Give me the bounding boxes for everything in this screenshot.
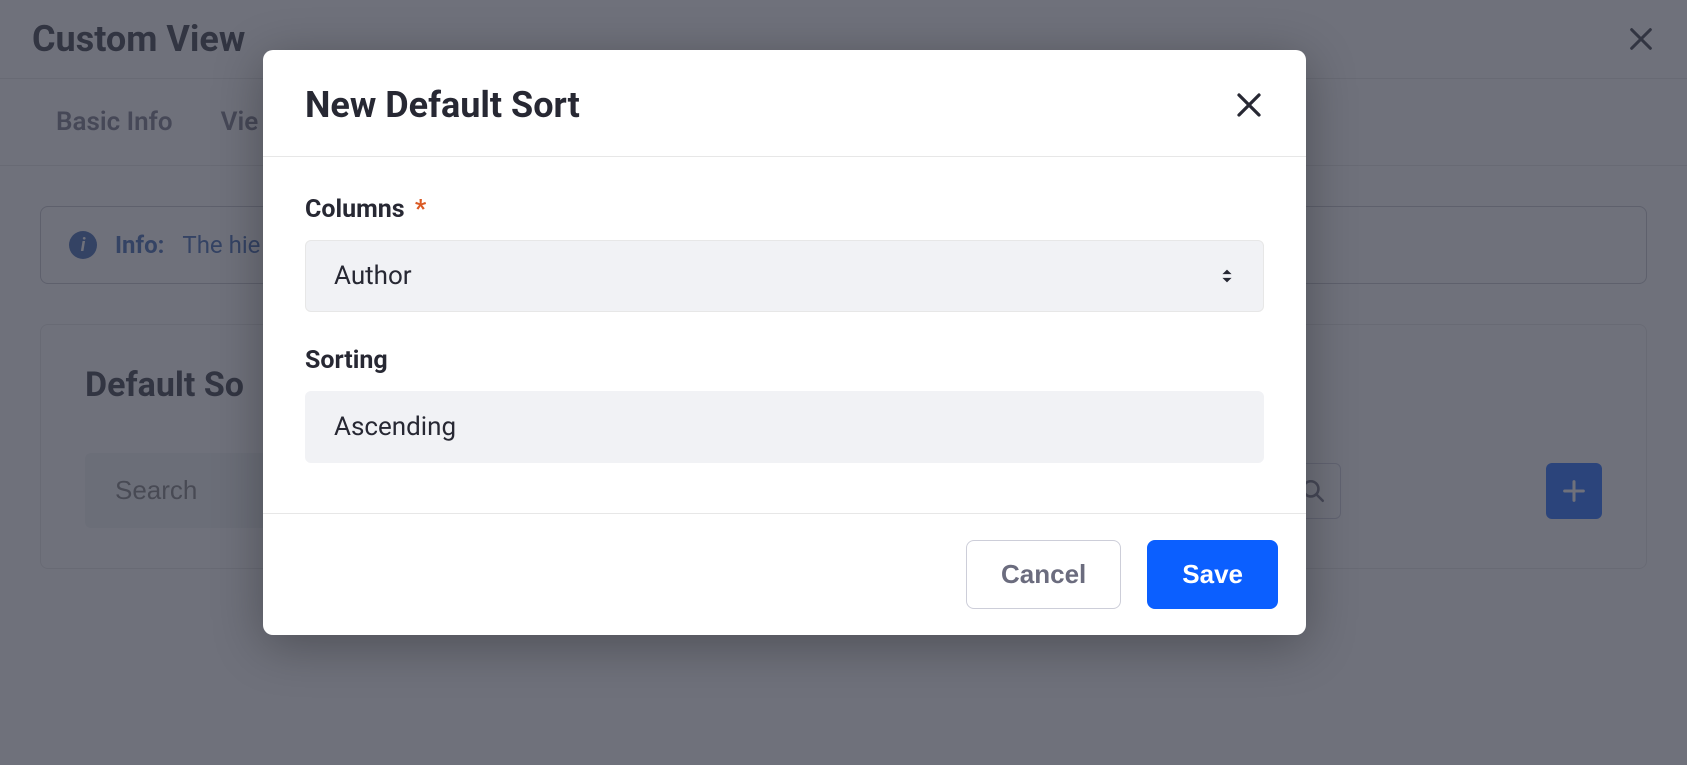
sorting-field-group: Sorting Ascending	[305, 346, 1264, 463]
close-icon	[1234, 90, 1264, 120]
modal-body: Columns * Author Sorting Ascending	[263, 157, 1306, 513]
columns-field-group: Columns * Author	[305, 195, 1264, 312]
columns-select[interactable]: Author	[305, 240, 1264, 312]
modal-header: New Default Sort	[263, 50, 1306, 157]
modal-close-button[interactable]	[1234, 90, 1264, 120]
columns-label-text: Columns	[305, 195, 405, 224]
new-default-sort-modal: New Default Sort Columns * Author Sortin…	[263, 50, 1306, 635]
columns-label: Columns *	[305, 195, 1264, 224]
sorting-label: Sorting	[305, 346, 1264, 375]
required-asterisk: *	[415, 195, 426, 224]
modal-footer: Cancel Save	[263, 513, 1306, 635]
save-button[interactable]: Save	[1147, 540, 1278, 609]
modal-title: New Default Sort	[305, 84, 580, 126]
columns-select-wrap: Author	[305, 240, 1264, 312]
cancel-button[interactable]: Cancel	[966, 540, 1121, 609]
sorting-value[interactable]: Ascending	[305, 391, 1264, 463]
